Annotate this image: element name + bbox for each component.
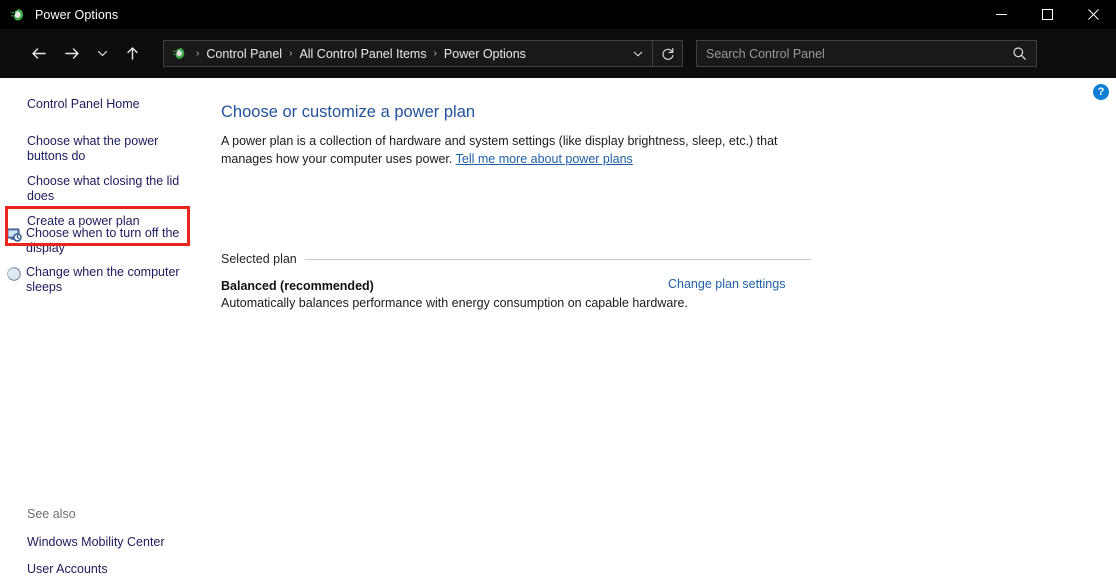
address-bar-actions (623, 41, 682, 66)
sidebar-item-control-panel-home[interactable]: Control Panel Home (27, 97, 197, 112)
back-button[interactable] (21, 37, 55, 71)
selected-plan-label: Selected plan (221, 252, 305, 266)
search-icon[interactable] (1002, 41, 1036, 66)
power-options-window: Power Options (0, 0, 1116, 584)
sidebar-item-computer-sleeps-label: Change when the computer sleeps (26, 265, 186, 295)
sidebar-item-choose-power-buttons[interactable]: Choose what the power buttons do (27, 134, 187, 164)
content-area: Control Panel Home Choose what the power… (0, 78, 1116, 584)
address-power-plug-icon (171, 45, 188, 62)
monitor-clock-icon (5, 226, 22, 243)
tell-me-more-link[interactable]: Tell me more about power plans (456, 152, 633, 166)
close-button[interactable] (1070, 0, 1116, 29)
sleep-moon-icon (5, 265, 22, 282)
sidebar-item-turn-off-display[interactable]: Choose when to turn off the display (5, 226, 205, 256)
search-box[interactable] (696, 40, 1037, 67)
recent-locations-chevron-down-icon[interactable] (89, 37, 115, 71)
sidebar-item-turn-off-display-label: Choose when to turn off the display (26, 226, 186, 256)
address-bar[interactable]: › Control Panel › All Control Panel Item… (163, 40, 683, 67)
sidebar-item-computer-sleeps[interactable]: Change when the computer sleeps (5, 265, 205, 295)
breadcrumb-all-control-panel-items[interactable]: All Control Panel Items (296, 47, 429, 61)
change-plan-settings-link[interactable]: Change plan settings (668, 277, 785, 291)
see-also-title: See also (27, 507, 207, 521)
plan-name: Balanced (recommended) (221, 279, 374, 293)
refresh-icon[interactable] (653, 41, 682, 66)
breadcrumb-separator: › (285, 48, 296, 59)
breadcrumb-separator: › (192, 48, 203, 59)
main-pane: ? Choose or customize a power plan A pow… (210, 78, 1116, 584)
section-divider (305, 259, 811, 260)
breadcrumb-power-options[interactable]: Power Options (441, 47, 529, 61)
selected-plan-row: Balanced (recommended) Change plan setti… (221, 277, 811, 295)
selected-plan-section-header: Selected plan (221, 252, 811, 266)
up-button[interactable] (115, 37, 149, 71)
breadcrumb-control-panel[interactable]: Control Panel (203, 47, 285, 61)
minimize-button[interactable] (978, 0, 1024, 29)
sidebar-task-list: Choose what the power buttons do Choose … (27, 134, 187, 239)
page-description: A power plan is a collection of hardware… (221, 132, 813, 168)
maximize-button[interactable] (1024, 0, 1070, 29)
window-title: Power Options (35, 8, 118, 22)
window-controls (978, 0, 1116, 29)
forward-button[interactable] (55, 37, 89, 71)
title-bar: Power Options (0, 0, 1116, 29)
sidebar-item-choose-closing-lid[interactable]: Choose what closing the lid does (27, 174, 187, 204)
power-plug-icon (9, 6, 26, 23)
breadcrumb-separator: › (430, 48, 441, 59)
help-icon[interactable]: ? (1093, 84, 1109, 100)
see-also-section: See also Windows Mobility Center User Ac… (27, 507, 207, 584)
page-title: Choose or customize a power plan (221, 103, 475, 122)
see-also-windows-mobility-center[interactable]: Windows Mobility Center (27, 535, 207, 550)
search-input[interactable] (697, 47, 1002, 61)
see-also-user-accounts[interactable]: User Accounts (27, 562, 207, 577)
plan-description: Automatically balances performance with … (221, 296, 821, 310)
previous-locations-chevron-down-icon[interactable] (623, 41, 652, 66)
sidebar: Control Panel Home Choose what the power… (0, 78, 210, 584)
navigation-bar: › Control Panel › All Control Panel Item… (0, 29, 1116, 78)
